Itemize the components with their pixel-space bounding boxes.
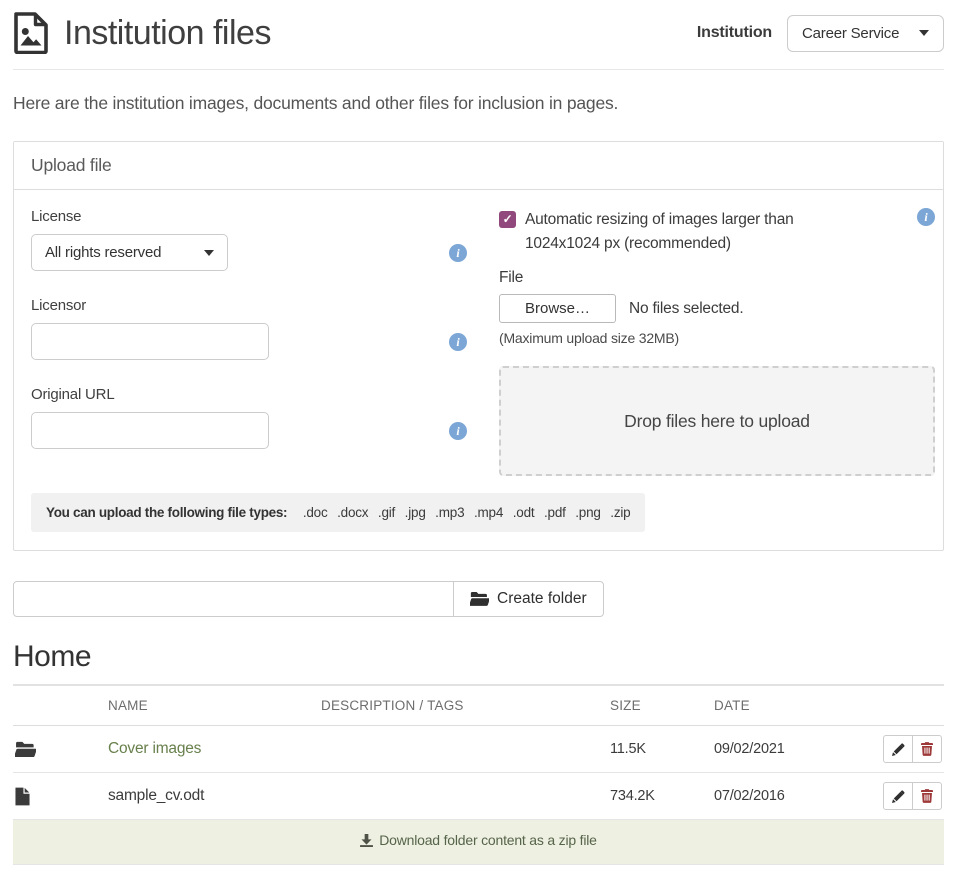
folder-open-icon (15, 741, 104, 758)
caret-down-icon (919, 30, 929, 36)
allowed-filetypes-label: You can upload the following file types: (46, 505, 287, 520)
licensor-field-group: Licensor i (31, 297, 467, 360)
allowed-filetypes-list: .doc .docx .gif .jpg .mp3 .mp4 .odt .pdf… (293, 505, 630, 520)
current-folder-heading: Home (13, 640, 944, 674)
file-name-link[interactable]: sample_cv.odt (108, 787, 204, 804)
page: Institution files Institution Career Ser… (0, 0, 957, 865)
table-row-folder: Cover images 11.5K 09/02/2021 (13, 726, 944, 773)
original-url-label: Original URL (31, 386, 467, 403)
folder-name-link[interactable]: Cover images (108, 740, 201, 757)
license-info-icon[interactable]: i (449, 244, 467, 262)
license-label: License (31, 208, 467, 225)
page-header: Institution files Institution Career Ser… (13, 0, 944, 70)
row-icon-cell (13, 773, 106, 820)
row-icon-cell (13, 726, 106, 773)
create-folder-group: Create folder (13, 581, 944, 617)
download-zip-label: Download folder content as a zip file (379, 832, 597, 848)
file-dropzone[interactable]: Drop files here to upload (499, 366, 935, 476)
original-url-input[interactable] (31, 412, 269, 449)
original-url-field-group: Original URL i (31, 386, 467, 449)
pencil-icon (892, 790, 905, 803)
resize-checkbox[interactable] (499, 211, 516, 228)
institution-picker: Institution Career Service (697, 15, 944, 52)
file-icon (15, 787, 104, 806)
trash-icon (921, 789, 933, 803)
upload-file-panel: Upload file License All rights reserved … (13, 141, 944, 551)
dropzone-text: Drop files here to upload (624, 411, 810, 432)
trash-icon (921, 742, 933, 756)
license-field-group: License All rights reserved i (31, 208, 467, 271)
pencil-icon (892, 743, 905, 756)
size-cell: 11.5K (608, 726, 712, 773)
page-description: Here are the institution images, documen… (13, 93, 944, 114)
allowed-filetypes-strip: You can upload the following file types:… (31, 493, 645, 532)
file-status-text: No files selected. (629, 300, 743, 318)
institution-select-value: Career Service (802, 25, 899, 42)
files-table: NAME DESCRIPTION / TAGS SIZE DATE Cover (13, 684, 944, 865)
license-select[interactable]: All rights reserved (31, 234, 228, 271)
license-select-value: All rights reserved (45, 244, 161, 261)
file-column: Automatic resizing of images larger than… (499, 208, 935, 476)
icon-column-header (13, 685, 106, 726)
caret-down-icon (204, 250, 214, 256)
size-column-header: SIZE (608, 685, 712, 726)
title-wrap: Institution files (13, 12, 271, 54)
size-cell: 734.2K (608, 773, 712, 820)
upload-panel-body: License All rights reserved i Licensor (14, 190, 943, 550)
licensor-info-icon[interactable]: i (449, 333, 467, 351)
browse-button[interactable]: Browse… (499, 294, 616, 323)
name-column-header: NAME (106, 685, 319, 726)
date-column-header: DATE (712, 685, 832, 726)
date-cell: 09/02/2021 (712, 726, 832, 773)
file-image-icon (13, 12, 49, 54)
licensor-input[interactable] (31, 323, 269, 360)
table-row-file: sample_cv.odt 734.2K 07/02/2016 (13, 773, 944, 820)
folder-open-icon (470, 591, 489, 607)
create-folder-button[interactable]: Create folder (453, 581, 604, 617)
license-column: License All rights reserved i Licensor (31, 208, 467, 476)
original-url-info-icon[interactable]: i (449, 422, 467, 440)
download-icon (360, 834, 373, 847)
create-folder-button-label: Create folder (497, 590, 587, 608)
edit-button[interactable] (883, 782, 913, 810)
description-cell (319, 773, 608, 820)
download-zip-link[interactable]: Download folder content as a zip file (360, 832, 597, 848)
institution-select[interactable]: Career Service (787, 15, 944, 52)
description-cell (319, 726, 608, 773)
max-upload-size-text: (Maximum upload size 32MB) (499, 330, 935, 346)
resize-info-icon[interactable]: i (917, 208, 935, 226)
file-label: File (499, 269, 935, 287)
delete-button[interactable] (912, 782, 942, 810)
download-zip-row: Download folder content as a zip file (13, 820, 944, 865)
actions-column-header (832, 685, 944, 726)
date-cell: 07/02/2016 (712, 773, 832, 820)
file-input-row: Browse… No files selected. (499, 294, 935, 323)
upload-panel-title: Upload file (14, 142, 943, 190)
delete-button[interactable] (912, 735, 942, 763)
description-column-header: DESCRIPTION / TAGS (319, 685, 608, 726)
page-title: Institution files (64, 14, 271, 53)
resize-checkbox-label: Automatic resizing of images larger than… (525, 208, 850, 256)
licensor-label: Licensor (31, 297, 467, 314)
files-table-header-row: NAME DESCRIPTION / TAGS SIZE DATE (13, 685, 944, 726)
folder-name-input[interactable] (13, 581, 454, 617)
institution-label: Institution (697, 24, 772, 42)
resize-checkbox-row: Automatic resizing of images larger than… (499, 208, 935, 256)
edit-button[interactable] (883, 735, 913, 763)
